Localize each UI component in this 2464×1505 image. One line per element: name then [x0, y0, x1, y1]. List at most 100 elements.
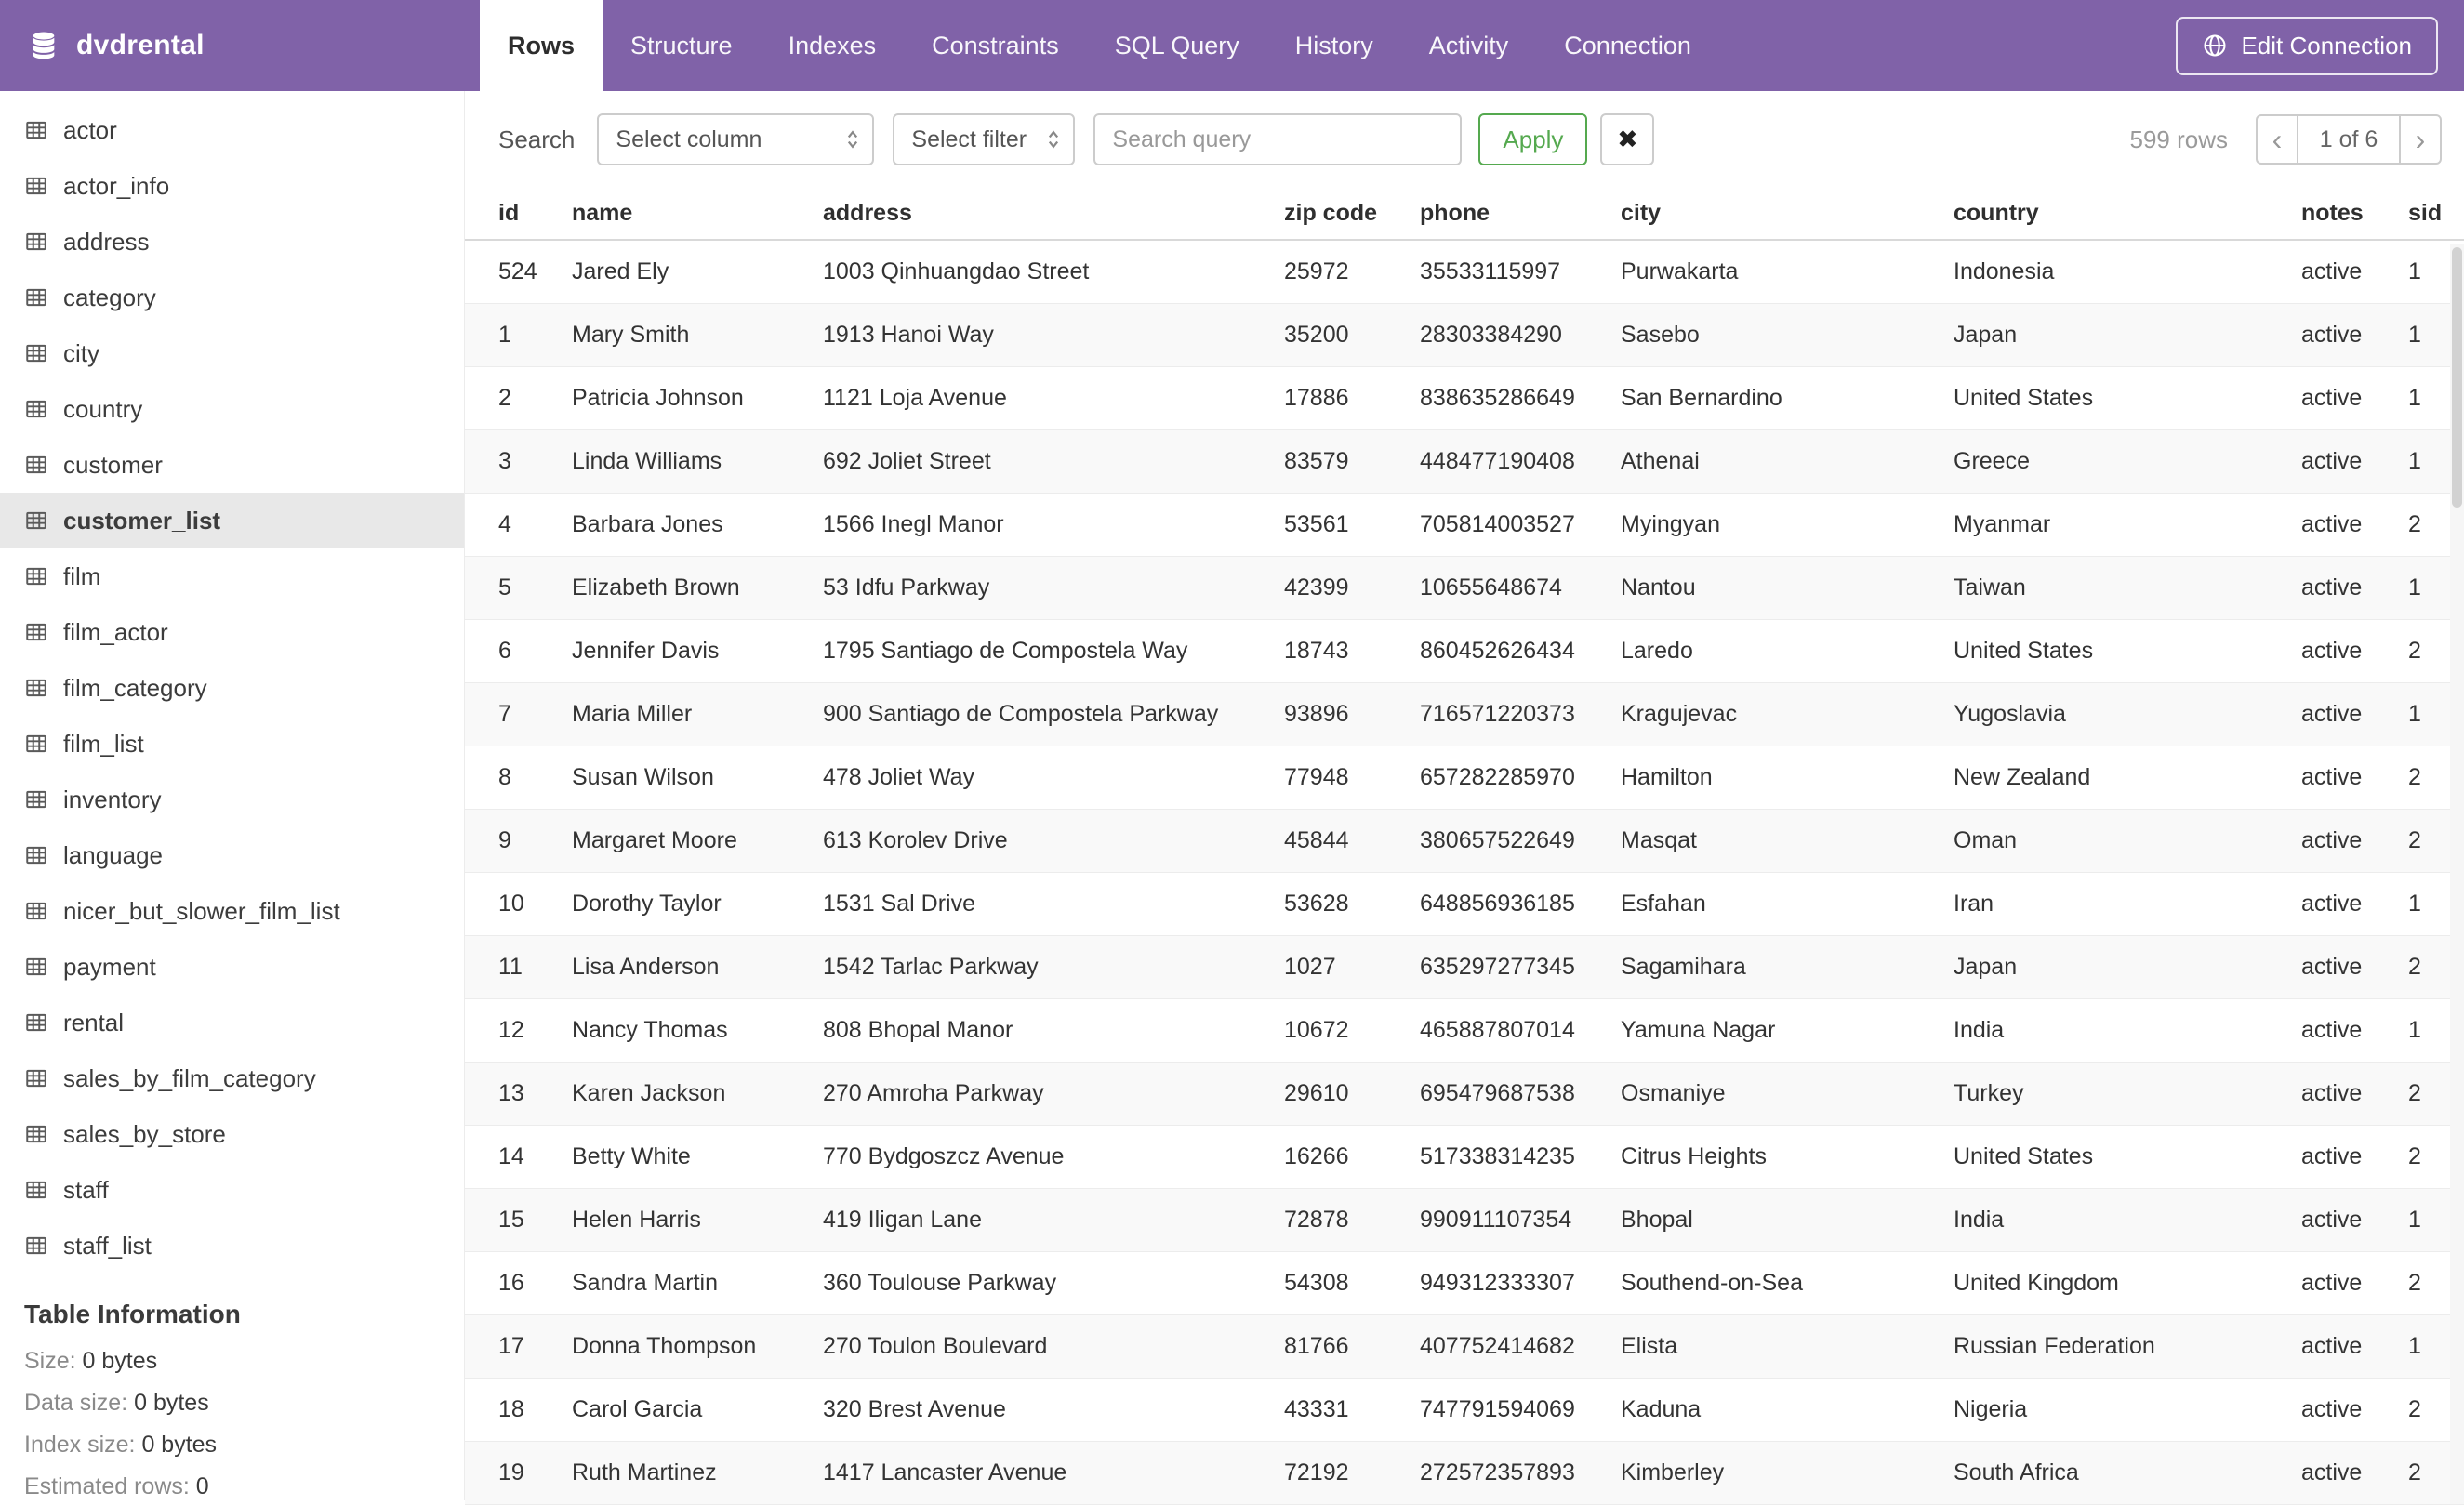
column-header-id[interactable]: id [465, 188, 572, 240]
sidebar-item-address[interactable]: address [0, 214, 464, 270]
sidebar-item-staff-list[interactable]: staff_list [0, 1218, 464, 1274]
tab-connection[interactable]: Connection [1536, 0, 1719, 91]
search-query-input[interactable] [1093, 113, 1462, 165]
apply-button[interactable]: Apply [1478, 113, 1587, 165]
tab-activity[interactable]: Activity [1401, 0, 1537, 91]
vertical-scrollbar[interactable] [2450, 244, 2464, 1504]
tab-rows[interactable]: Rows [480, 0, 603, 91]
column-header-name[interactable]: name [572, 188, 823, 240]
cell-id: 17 [465, 1314, 572, 1378]
sidebar-item-sales-by-film-category[interactable]: sales_by_film_category [0, 1050, 464, 1106]
clear-icon: ✖ [1617, 125, 1638, 154]
table-row[interactable]: 5Elizabeth Brown53 Idfu Parkway423991065… [465, 556, 2464, 619]
sidebar-item-country[interactable]: country [0, 381, 464, 437]
sidebar-item-film[interactable]: film [0, 548, 464, 604]
sidebar-item-staff[interactable]: staff [0, 1162, 464, 1218]
sidebar-item-city[interactable]: city [0, 325, 464, 381]
filter-select[interactable]: Select filter [893, 113, 1075, 165]
table-information-title: Table Information [24, 1300, 464, 1329]
sidebar-item-customer[interactable]: customer [0, 437, 464, 493]
table-name: nicer_but_slower_film_list [63, 897, 340, 926]
cell-notes: active [2301, 493, 2408, 556]
cell-name: Karen Jackson [572, 1062, 823, 1125]
sidebar-item-customer-list[interactable]: customer_list [0, 493, 464, 548]
cell-notes: active [2301, 1188, 2408, 1251]
column-select[interactable]: Select column [597, 113, 874, 165]
sidebar-item-actor-info[interactable]: actor_info [0, 158, 464, 214]
table-row[interactable]: 4Barbara Jones1566 Inegl Manor5356170581… [465, 493, 2464, 556]
table-row[interactable]: 8Susan Wilson478 Joliet Way7794865728228… [465, 746, 2464, 809]
cell-address: 419 Iligan Lane [823, 1188, 1284, 1251]
table-row[interactable]: 7Maria Miller900 Santiago de Compostela … [465, 682, 2464, 746]
cell-zip-code: 35200 [1284, 303, 1420, 366]
table-row[interactable]: 9Margaret Moore613 Korolev Drive45844380… [465, 809, 2464, 872]
column-header-country[interactable]: country [1954, 188, 2301, 240]
stat-value: 0 bytes [134, 1390, 209, 1416]
edit-connection-label: Edit Connection [2241, 32, 2412, 60]
table-row[interactable]: 13Karen Jackson270 Amroha Parkway2961069… [465, 1062, 2464, 1125]
table-row[interactable]: 17Donna Thompson270 Toulon Boulevard8176… [465, 1314, 2464, 1378]
table-row[interactable]: 3Linda Williams692 Joliet Street83579448… [465, 429, 2464, 493]
results-area: idnameaddresszip codephonecitycountrynot… [465, 188, 2464, 1505]
cell-country: Iran [1954, 872, 2301, 935]
column-header-zip-code[interactable]: zip code [1284, 188, 1420, 240]
table-icon [24, 787, 48, 812]
table-name: staff_list [63, 1232, 152, 1261]
table-row[interactable]: 10Dorothy Taylor1531 Sal Drive5362864885… [465, 872, 2464, 935]
table-row[interactable]: 1Mary Smith1913 Hanoi Way352002830338429… [465, 303, 2464, 366]
cell-notes: active [2301, 809, 2408, 872]
sidebar-item-film-category[interactable]: film_category [0, 660, 464, 716]
table-row[interactable]: 18Carol Garcia320 Brest Avenue4333174779… [465, 1378, 2464, 1441]
table-row[interactable]: 16Sandra Martin360 Toulouse Parkway54308… [465, 1251, 2464, 1314]
cell-country: Indonesia [1954, 240, 2301, 303]
column-header-phone[interactable]: phone [1420, 188, 1621, 240]
cell-city: Laredo [1621, 619, 1954, 682]
cell-zip-code: 77948 [1284, 746, 1420, 809]
sidebar-item-language[interactable]: language [0, 827, 464, 883]
cell-zip-code: 93896 [1284, 682, 1420, 746]
tab-indexes[interactable]: Indexes [761, 0, 905, 91]
cell-notes: active [2301, 240, 2408, 303]
cell-zip-code: 1027 [1284, 935, 1420, 998]
clear-filter-button[interactable]: ✖ [1600, 113, 1654, 165]
tab-structure[interactable]: Structure [603, 0, 761, 91]
stat-label: Index size: [24, 1432, 141, 1458]
sidebar-item-film-list[interactable]: film_list [0, 716, 464, 772]
sidebar-item-sales-by-store[interactable]: sales_by_store [0, 1106, 464, 1162]
edit-connection-button[interactable]: Edit Connection [2176, 17, 2438, 75]
next-page-button[interactable]: › [2399, 114, 2442, 165]
table-row[interactable]: 15Helen Harris419 Iligan Lane72878990911… [465, 1188, 2464, 1251]
cell-phone: 657282285970 [1420, 746, 1621, 809]
sidebar-item-actor[interactable]: actor [0, 102, 464, 158]
sidebar-item-rental[interactable]: rental [0, 995, 464, 1050]
tab-history[interactable]: History [1267, 0, 1401, 91]
column-header-address[interactable]: address [823, 188, 1284, 240]
database-icon [28, 30, 60, 61]
sidebar-item-payment[interactable]: payment [0, 939, 464, 995]
table-row[interactable]: 14Betty White770 Bydgoszcz Avenue1626651… [465, 1125, 2464, 1188]
scrollbar-thumb[interactable] [2452, 247, 2462, 508]
table-row[interactable]: 2Patricia Johnson1121 Loja Avenue1788683… [465, 366, 2464, 429]
cell-country: Taiwan [1954, 556, 2301, 619]
prev-page-button[interactable]: ‹ [2256, 114, 2298, 165]
table-row[interactable]: 11Lisa Anderson1542 Tarlac Parkway102763… [465, 935, 2464, 998]
filter-select-value: Select filter [911, 126, 1027, 153]
column-header-notes[interactable]: notes [2301, 188, 2408, 240]
cell-country: United States [1954, 366, 2301, 429]
sidebar-item-inventory[interactable]: inventory [0, 772, 464, 827]
sidebar-item-film-actor[interactable]: film_actor [0, 604, 464, 660]
tab-sql-query[interactable]: SQL Query [1087, 0, 1267, 91]
table-row[interactable]: 12Nancy Thomas808 Bhopal Manor1067246588… [465, 998, 2464, 1062]
sidebar-item-category[interactable]: category [0, 270, 464, 325]
column-header-city[interactable]: city [1621, 188, 1954, 240]
cell-phone: 695479687538 [1420, 1062, 1621, 1125]
table-row[interactable]: 19Ruth Martinez1417 Lancaster Avenue7219… [465, 1441, 2464, 1504]
header-row: idnameaddresszip codephonecitycountrynot… [465, 188, 2464, 240]
table-row[interactable]: 524Jared Ely1003 Qinhuangdao Street25972… [465, 240, 2464, 303]
sidebar-item-nicer-but-slower-film-list[interactable]: nicer_but_slower_film_list [0, 883, 464, 939]
tab-constraints[interactable]: Constraints [904, 0, 1087, 91]
cell-address: 270 Amroha Parkway [823, 1062, 1284, 1125]
top-nav: dvdrental RowsStructureIndexesConstraint… [0, 0, 2464, 91]
table-row[interactable]: 6Jennifer Davis1795 Santiago de Composte… [465, 619, 2464, 682]
column-header-sid[interactable]: sid [2408, 188, 2464, 240]
